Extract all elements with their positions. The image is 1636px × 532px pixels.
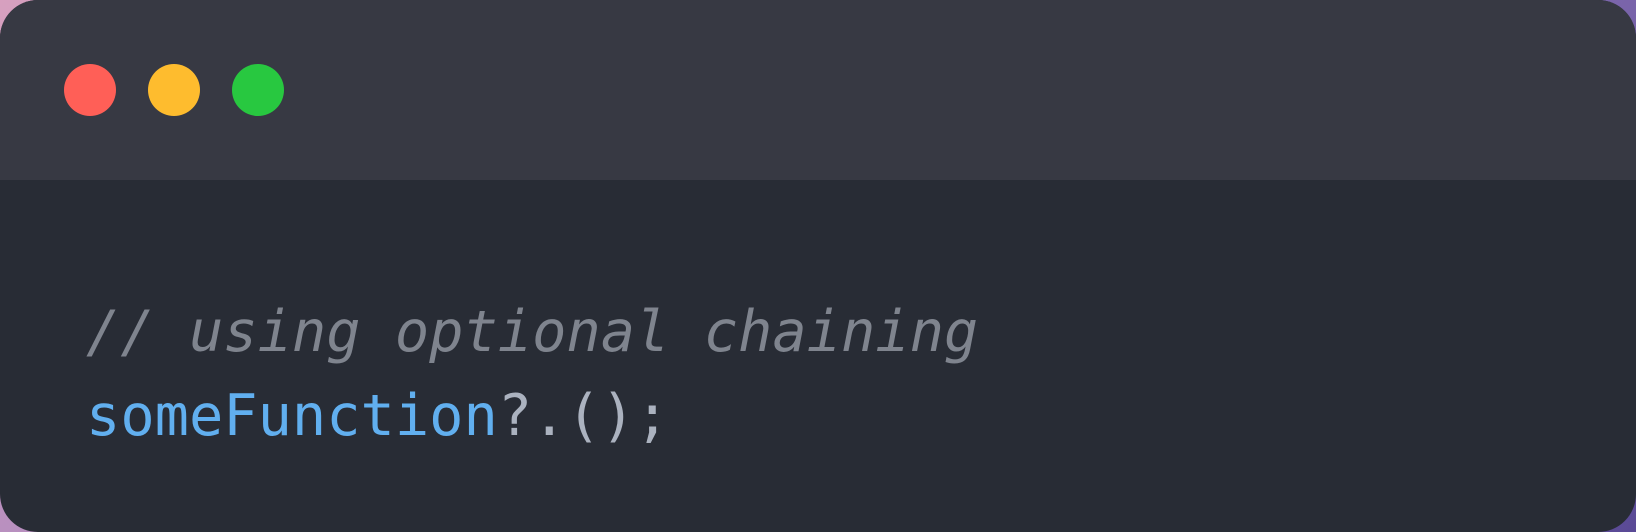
code-block: // using optional chaining someFunction?.… <box>86 290 978 458</box>
minimize-dot-icon[interactable] <box>148 64 200 116</box>
code-line-comment: // using optional chaining <box>86 290 978 374</box>
punctuation-token: ?.(); <box>497 383 670 449</box>
close-dot-icon[interactable] <box>64 64 116 116</box>
function-name-token: someFunction <box>86 383 498 449</box>
code-window: // using optional chaining someFunction?.… <box>0 0 1636 532</box>
comment-token: // using optional chaining <box>86 299 979 365</box>
title-bar <box>0 0 1636 180</box>
code-line-call: someFunction?.(); <box>86 374 978 458</box>
zoom-dot-icon[interactable] <box>232 64 284 116</box>
